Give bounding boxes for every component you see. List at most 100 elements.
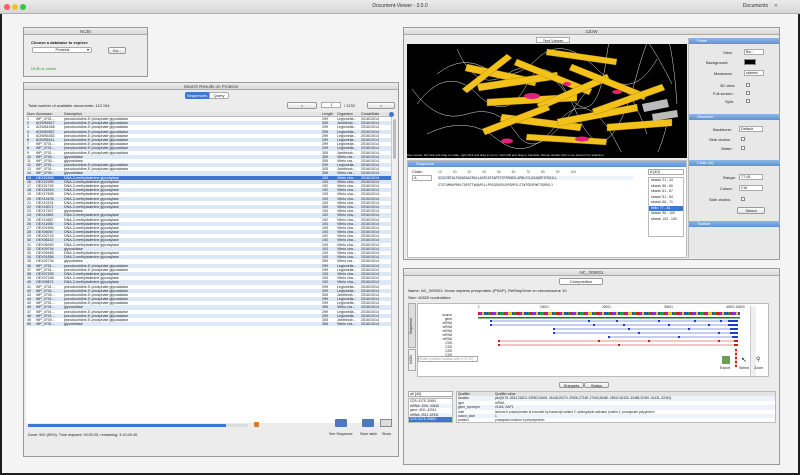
feature-list-item[interactable]: CDS: 5175..30691 [409, 417, 452, 422]
toolbar-header[interactable]: Toolbar [689, 221, 780, 227]
composition-segment [690, 312, 692, 315]
measures-select[interactable]: stdelec [744, 70, 764, 76]
cell-createdate: 2016/10/14 [361, 322, 379, 327]
panel-header[interactable]: Panel [689, 38, 779, 44]
composition-segment [636, 312, 638, 315]
composition-segment [506, 312, 508, 315]
composition-segment [526, 312, 528, 315]
tab-composition[interactable]: Composition [559, 278, 603, 285]
chain-filter-select[interactable]: A [40] [648, 169, 684, 175]
ncbi-window: NCBI Choose a database to explore Protei… [23, 27, 148, 77]
colour-select[interactable]: Cht [739, 185, 763, 191]
sequence-line-1[interactable]: GCGCVRTALFAGAGAACRGLLAGPCATSAPTSTRTRNESL… [438, 176, 633, 180]
name-row: Name: NC_009001: Homo sapiens preoprotei… [408, 288, 567, 293]
composition-segment [562, 312, 564, 315]
prev-page-button[interactable]: < [287, 102, 317, 109]
chain-header[interactable]: Chain [A] [689, 160, 780, 166]
water-checkbox[interactable] [741, 146, 745, 150]
next-page-button[interactable]: > [367, 102, 395, 109]
total-docs-value: 113 154 [95, 103, 110, 108]
col-num[interactable]: Num [26, 112, 36, 116]
col-createdate[interactable]: CreateDate [361, 112, 391, 116]
3d-view-checkbox[interactable] [746, 83, 750, 87]
feature-filter-select[interactable]: all [40] [408, 391, 453, 397]
sequence-header[interactable]: Sequence [408, 161, 686, 167]
tab-ncbi[interactable]: NCBI [408, 349, 416, 371]
protein-structure-render [411, 44, 678, 152]
composition-segment [618, 312, 620, 315]
composition-segment [626, 312, 628, 315]
composition-segment [542, 312, 544, 315]
composition-segment [734, 312, 736, 315]
col-organism[interactable]: Organism [337, 112, 361, 116]
side-chains-checkbox[interactable] [741, 137, 745, 141]
spin-checkbox[interactable] [746, 99, 750, 103]
select-tool-button[interactable]: Select [739, 366, 749, 370]
cursor-icon: ↖ [741, 357, 747, 364]
go-button[interactable]: Go... [108, 47, 126, 54]
documents-menu[interactable]: Documents [743, 3, 768, 9]
composition-segment [656, 312, 658, 315]
col-description[interactable]: Description [64, 112, 322, 116]
composition-segment [586, 312, 588, 315]
side-chains-2-checkbox[interactable] [741, 197, 745, 201]
results-scrollbar[interactable] [391, 117, 397, 423]
tab-text-viewer[interactable]: Text Viewer [536, 37, 570, 43]
col-length[interactable]: Length [322, 112, 337, 116]
close-icon[interactable]: ✕ [774, 3, 778, 9]
table-row[interactable]: 50 WP_0701... glycosidase 355 Vibrio cra... 2… [26, 322, 391, 327]
see-sequence-button[interactable]: See Sequence [329, 432, 353, 436]
database-select[interactable]: Proteins [32, 47, 92, 53]
page-input[interactable]: 1 [321, 102, 341, 108]
molecule-canvas[interactable] [407, 44, 687, 152]
feature-map[interactable]: source gene mRNA mRNA mRNA mRNA mRNA CDS CDS CDS C… [417, 303, 769, 377]
backbone-select[interactable]: Default [739, 126, 763, 132]
select-button[interactable]: Select [737, 207, 765, 214]
composition-segment [538, 312, 540, 315]
composition-segment [736, 312, 738, 315]
full-screen-checkbox[interactable] [746, 91, 750, 95]
view-label: View: [723, 50, 733, 55]
composition-segment [686, 312, 688, 315]
composition-segment [616, 312, 618, 315]
status-text: Done: 900 (90%). Time elapsed: 00:00:25,… [28, 433, 139, 437]
composition-segment [718, 312, 720, 315]
composition-segment [592, 312, 594, 315]
tab-sequence[interactable]: Sequence [408, 303, 416, 348]
composition-segment [528, 312, 530, 315]
chain-select[interactable]: A [412, 175, 432, 181]
scrollbar-thumb[interactable] [393, 119, 396, 159]
save-table-button[interactable]: Save table [360, 432, 377, 436]
composition-segment [498, 312, 500, 315]
composition-segment [544, 312, 546, 315]
range-input[interactable]: 77-81 [739, 174, 763, 180]
zoom-button[interactable]: Zoom [754, 366, 763, 370]
tab-status[interactable]: Status [584, 382, 609, 388]
tab-snippets[interactable]: Snippets [559, 382, 584, 388]
composition-segment [688, 312, 690, 315]
show-button[interactable]: Show [382, 432, 391, 436]
composition-segment [650, 312, 652, 315]
composition-segment [694, 312, 696, 315]
composition-segment [598, 312, 600, 315]
water-label: Water: [721, 146, 733, 151]
location-search-input[interactable]: Enter a partner location with (1 20 20) [418, 356, 478, 362]
background-color-swatch[interactable] [744, 59, 756, 65]
col-accession[interactable]: Accession [36, 112, 64, 116]
structure-list-item[interactable]: strand: 102 - 103 [649, 217, 683, 223]
export-button[interactable]: Export [720, 366, 730, 370]
composition-segment [644, 312, 646, 315]
3d-view-label: 3D view: [720, 83, 736, 88]
composition-segment [478, 312, 480, 315]
composition-segment [634, 312, 636, 315]
stop-icon[interactable] [254, 422, 259, 427]
structure-header[interactable]: Structure [689, 114, 780, 120]
composition-segment [640, 312, 642, 315]
range-label: Range: [723, 175, 736, 180]
view-select[interactable]: Ba... [744, 49, 764, 55]
tab-query[interactable]: Query [209, 92, 229, 99]
composition-segment [576, 312, 578, 315]
name-value: NC_009001: Homo sapiens preoprotein (PSA… [420, 288, 567, 293]
tab-sequences[interactable]: Sequences [185, 92, 209, 99]
sequence-line-2[interactable]: GTGTAMHAPRRLTQPGTTWQAPGLLPRSGEKERLRPGRPS… [438, 183, 633, 187]
